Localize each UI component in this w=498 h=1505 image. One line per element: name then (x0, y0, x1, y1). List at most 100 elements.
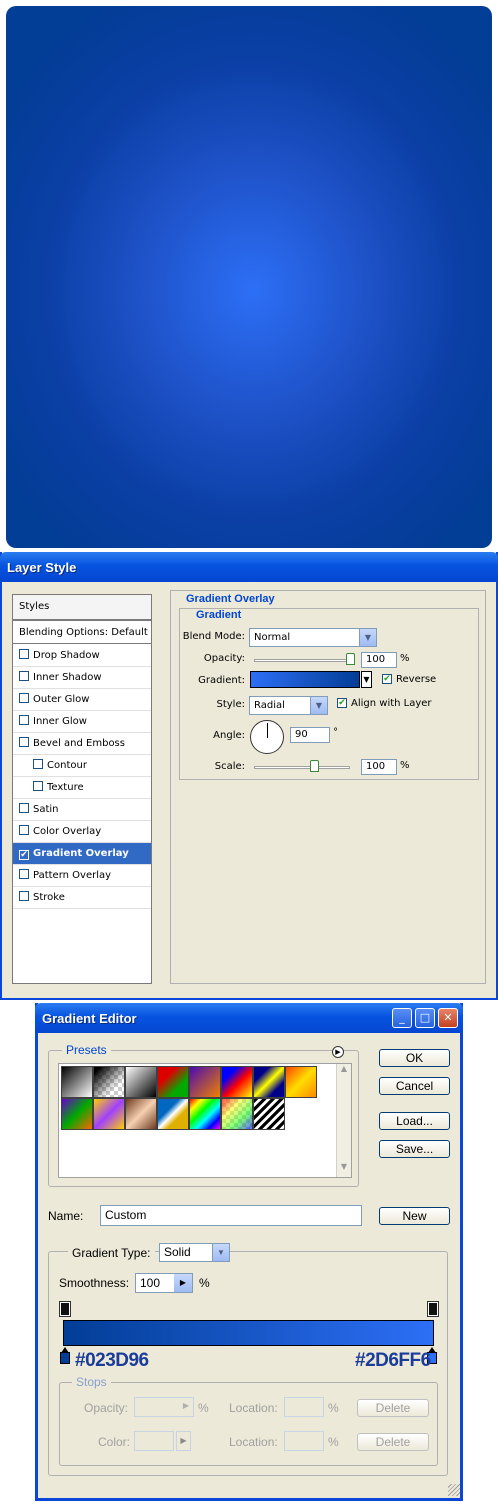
scale-slider-thumb[interactable] (310, 760, 319, 772)
style-item-checkbox[interactable] (33, 759, 43, 769)
smoothness-field[interactable]: 100 ▶ (135, 1273, 193, 1293)
reverse-label: Reverse (396, 674, 437, 685)
style-item-satin[interactable]: Satin (13, 799, 151, 821)
style-item-inner-glow[interactable]: Inner Glow (13, 711, 151, 733)
stop-opacity-field[interactable]: ▶ (134, 1397, 194, 1417)
styles-header[interactable]: Styles (13, 595, 151, 620)
presets-menu-icon[interactable]: ▶ (332, 1046, 344, 1058)
stop-color-label: Color: (98, 1435, 131, 1449)
blend-mode-select[interactable]: Normal ▼ (249, 628, 377, 647)
blend-mode-value: Normal (254, 632, 291, 643)
angle-field[interactable]: 90 (290, 727, 330, 743)
layer-style-titlebar[interactable]: Layer Style (0, 552, 498, 582)
smoothness-arrow-icon[interactable]: ▶ (174, 1274, 192, 1292)
blending-options-item[interactable]: Blending Options: Default (13, 620, 151, 644)
style-item-checkbox[interactable] (19, 825, 29, 835)
style-item-checkbox[interactable] (19, 715, 29, 725)
gradient-editor-titlebar[interactable]: Gradient Editor _ □ ✕ (35, 1003, 463, 1033)
opacity-stop-right[interactable] (427, 1301, 439, 1317)
style-item-checkbox[interactable] (19, 869, 29, 879)
load-button[interactable]: Load... (379, 1112, 450, 1130)
presets-scrollbar[interactable]: ▲ ▼ (336, 1064, 351, 1177)
style-item-checkbox[interactable] (19, 803, 29, 813)
gradient-label: Gradient: (198, 675, 245, 686)
style-item-color-overlay[interactable]: Color Overlay (13, 821, 151, 843)
preset-swatch[interactable] (93, 1098, 125, 1130)
reverse-checkbox[interactable]: ✔ (382, 674, 392, 684)
style-item-gradient-overlay[interactable]: ✔ Gradient Overlay (13, 843, 151, 865)
cancel-button[interactable]: Cancel (379, 1077, 450, 1095)
preset-swatch[interactable] (61, 1098, 93, 1130)
preset-swatch[interactable] (285, 1066, 317, 1098)
name-input[interactable]: Custom (100, 1205, 362, 1226)
opacity-unit: % (400, 653, 410, 664)
stop-location-field-2[interactable] (284, 1431, 324, 1451)
align-with-layer-checkbox[interactable]: ✔ (337, 698, 347, 708)
stop-color-swatch[interactable] (134, 1431, 174, 1451)
style-value: Radial (254, 700, 285, 711)
preset-swatch[interactable] (61, 1066, 93, 1098)
scroll-up-icon[interactable]: ▲ (337, 1064, 351, 1079)
stop-location-field-1[interactable] (284, 1397, 324, 1417)
style-item-label: Color Overlay (33, 826, 102, 837)
ok-button[interactable]: OK (379, 1049, 450, 1067)
opacity-slider-thumb[interactable] (346, 653, 355, 665)
style-item-stroke[interactable]: Stroke (13, 887, 151, 909)
style-item-texture[interactable]: Texture (13, 777, 151, 799)
style-item-drop-shadow[interactable]: Drop Shadow (13, 645, 151, 667)
gradient-type-select[interactable]: Solid ▼ (159, 1243, 230, 1262)
style-item-pattern-overlay[interactable]: Pattern Overlay (13, 865, 151, 887)
gradient-picker-arrow[interactable]: ▼ (361, 671, 372, 688)
style-item-outer-glow[interactable]: Outer Glow (13, 689, 151, 711)
scale-field[interactable]: 100 (361, 759, 397, 775)
angle-dial[interactable] (250, 720, 284, 754)
preset-swatch[interactable] (221, 1098, 253, 1130)
opacity-field[interactable]: 100 (361, 652, 397, 668)
stop-location-label-1: Location: (229, 1401, 278, 1415)
preset-swatch[interactable] (253, 1066, 285, 1098)
angle-dial-needle (267, 723, 268, 738)
gradient-bar[interactable] (63, 1320, 434, 1346)
scale-label: Scale: (214, 761, 245, 772)
gradient-preview[interactable] (250, 671, 360, 688)
resize-grip-icon[interactable] (448, 1484, 460, 1496)
preset-swatch[interactable] (189, 1066, 221, 1098)
color-stop-left[interactable] (60, 1352, 70, 1364)
delete-color-stop-button[interactable]: Delete (357, 1433, 429, 1451)
style-item-checkbox[interactable] (33, 781, 43, 791)
opacity-label: Opacity: (203, 653, 245, 664)
style-item-checkbox[interactable] (19, 671, 29, 681)
style-item-checkbox[interactable] (19, 649, 29, 659)
style-item-bevel-and-emboss[interactable]: Bevel and Emboss (13, 733, 151, 755)
left-color-hex: #023D96 (75, 1350, 149, 1371)
scale-slider-track[interactable] (254, 766, 350, 769)
preset-swatch[interactable] (221, 1066, 253, 1098)
style-item-checkbox[interactable]: ✔ (19, 850, 29, 860)
preset-swatch[interactable] (93, 1066, 125, 1098)
minimize-icon[interactable]: _ (392, 1008, 412, 1028)
style-item-contour[interactable]: Contour (13, 755, 151, 777)
style-item-checkbox[interactable] (19, 693, 29, 703)
new-button[interactable]: New (379, 1207, 450, 1225)
style-item-checkbox[interactable] (19, 891, 29, 901)
scroll-down-icon[interactable]: ▼ (337, 1162, 351, 1177)
maximize-icon[interactable]: □ (415, 1008, 435, 1028)
style-item-inner-shadow[interactable]: Inner Shadow (13, 667, 151, 689)
close-icon[interactable]: ✕ (438, 1008, 458, 1028)
stop-color-arrow-icon[interactable]: ▶ (176, 1431, 191, 1451)
delete-opacity-stop-button[interactable]: Delete (357, 1399, 429, 1417)
opacity-stop-left[interactable] (59, 1301, 71, 1317)
preset-swatch[interactable] (189, 1098, 221, 1130)
gradient-overlay-heading: Gradient Overlay (183, 593, 278, 605)
preset-swatch[interactable] (157, 1098, 189, 1130)
preset-swatch[interactable] (157, 1066, 189, 1098)
save-button[interactable]: Save... (379, 1140, 450, 1158)
style-item-checkbox[interactable] (19, 737, 29, 747)
stop-opacity-unit: % (198, 1401, 209, 1415)
preset-swatch[interactable] (253, 1098, 285, 1130)
opacity-slider-track[interactable] (254, 659, 354, 662)
style-select[interactable]: Radial ▼ (249, 696, 328, 715)
preset-swatch[interactable] (125, 1098, 157, 1130)
preset-swatch[interactable] (125, 1066, 157, 1098)
styles-list: Styles Blending Options: Default Drop Sh… (12, 594, 152, 984)
